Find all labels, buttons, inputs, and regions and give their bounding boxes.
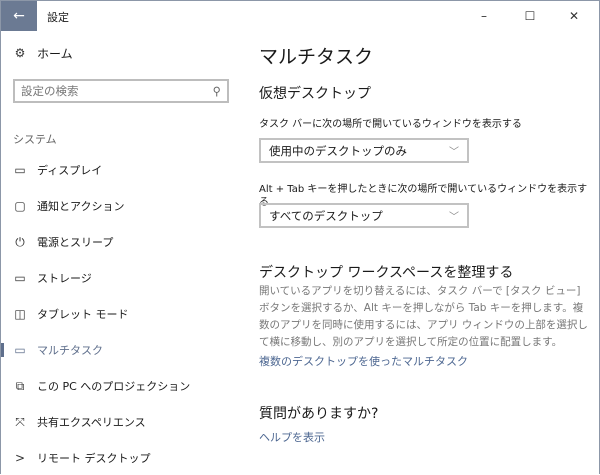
search-icon: ⚲ bbox=[212, 84, 221, 98]
alttab-dropdown-value: すべてのデスクトップ bbox=[269, 208, 383, 223]
display-icon: ▭ bbox=[14, 163, 26, 177]
sidebar-item-power[interactable]: ⏻ 電源とスリープ bbox=[13, 234, 113, 250]
alttab-dropdown[interactable]: すべてのデスクトップ ﹀ bbox=[259, 203, 469, 228]
sidebar-item-projection[interactable]: ⧉ この PC へのプロジェクション bbox=[13, 378, 191, 394]
workspace-heading: デスクトップ ワークスペースを整理する bbox=[259, 265, 514, 281]
chevron-down-icon: ﹀ bbox=[449, 147, 459, 158]
tablet-icon: ◫ bbox=[14, 307, 26, 321]
shared-icon: ⤧ bbox=[15, 414, 25, 429]
remote-icon: > bbox=[14, 451, 26, 465]
sidebar-item-label: リモート デスクトップ bbox=[37, 452, 151, 465]
sidebar-item-label: 共有エクスペリエンス bbox=[37, 416, 146, 429]
chevron-down-icon: ﹀ bbox=[449, 212, 459, 223]
sidebar-item-display[interactable]: ▭ ディスプレイ bbox=[13, 162, 102, 178]
sidebar-item-notifications[interactable]: ▢ 通知とアクション bbox=[13, 198, 124, 214]
sidebar-item-label: この PC へのプロジェクション bbox=[37, 380, 191, 393]
sidebar-item-label: 通知とアクション bbox=[37, 200, 125, 213]
main-content: マルチタスク 仮想デスクトップ タスク バーに次の場所で開いているウィンドウを表… bbox=[259, 1, 589, 475]
sidebar-item-label: ディスプレイ bbox=[37, 164, 103, 177]
gear-icon: ⚙ bbox=[14, 46, 26, 60]
selected-indicator bbox=[1, 343, 4, 357]
virtual-desktops-heading: 仮想デスクトップ bbox=[259, 86, 371, 102]
sidebar-item-label: 電源とスリープ bbox=[37, 236, 114, 249]
help-heading: 質問がありますか? bbox=[259, 406, 379, 422]
arrow-left-icon: ← bbox=[13, 8, 25, 24]
sidebar-item-multitasking[interactable]: ▭ マルチタスク bbox=[13, 342, 103, 358]
category-label: システム bbox=[13, 133, 57, 146]
notification-icon: ▢ bbox=[14, 199, 26, 213]
get-help-link[interactable]: ヘルプを表示 bbox=[259, 429, 325, 445]
sidebar-item-storage[interactable]: ▭ ストレージ bbox=[13, 270, 91, 286]
taskbar-label: タスク バーに次の場所で開いているウィンドウを表示する bbox=[259, 119, 522, 130]
power-icon: ⏻ bbox=[15, 234, 25, 249]
sidebar-home[interactable]: ⚙ ホーム bbox=[13, 46, 73, 61]
multitask-desktops-link[interactable]: 複数のデスクトップを使ったマルチタスク bbox=[259, 353, 468, 369]
sidebar-item-label: タブレット モード bbox=[37, 308, 129, 321]
window-title: 設定 bbox=[47, 11, 69, 24]
home-label: ホーム bbox=[37, 46, 73, 61]
back-button[interactable]: ← bbox=[1, 1, 37, 31]
search-placeholder: 設定の検索 bbox=[21, 84, 79, 98]
storage-icon: ▭ bbox=[14, 271, 26, 285]
sidebar-item-remote-desktop[interactable]: > リモート デスクトップ bbox=[13, 450, 151, 466]
workspace-description: 開いているアプリを切り替えるには、タスク バーで [タスク ビュー] ボタンを選… bbox=[259, 285, 588, 348]
page-title: マルチタスク bbox=[259, 46, 374, 68]
taskbar-dropdown[interactable]: 使用中のデスクトップのみ ﹀ bbox=[259, 138, 469, 163]
sidebar-item-label: ストレージ bbox=[37, 272, 92, 285]
sidebar-item-shared-experiences[interactable]: ⤧ 共有エクスペリエンス bbox=[13, 414, 146, 430]
taskbar-dropdown-value: 使用中のデスクトップのみ bbox=[269, 143, 407, 158]
multitask-icon: ▭ bbox=[14, 343, 26, 357]
projection-icon: ⧉ bbox=[15, 378, 25, 393]
search-input[interactable]: 設定の検索 ⚲ bbox=[13, 79, 229, 103]
sidebar-item-tablet-mode[interactable]: ◫ タブレット モード bbox=[13, 306, 128, 322]
sidebar-item-label: マルチタスク bbox=[37, 344, 103, 357]
settings-window: ← 設定 – ☐ ✕ ⚙ ホーム 設定の検索 ⚲ システム ▭ ディスプレイ ▢ 通… bbox=[0, 0, 600, 474]
